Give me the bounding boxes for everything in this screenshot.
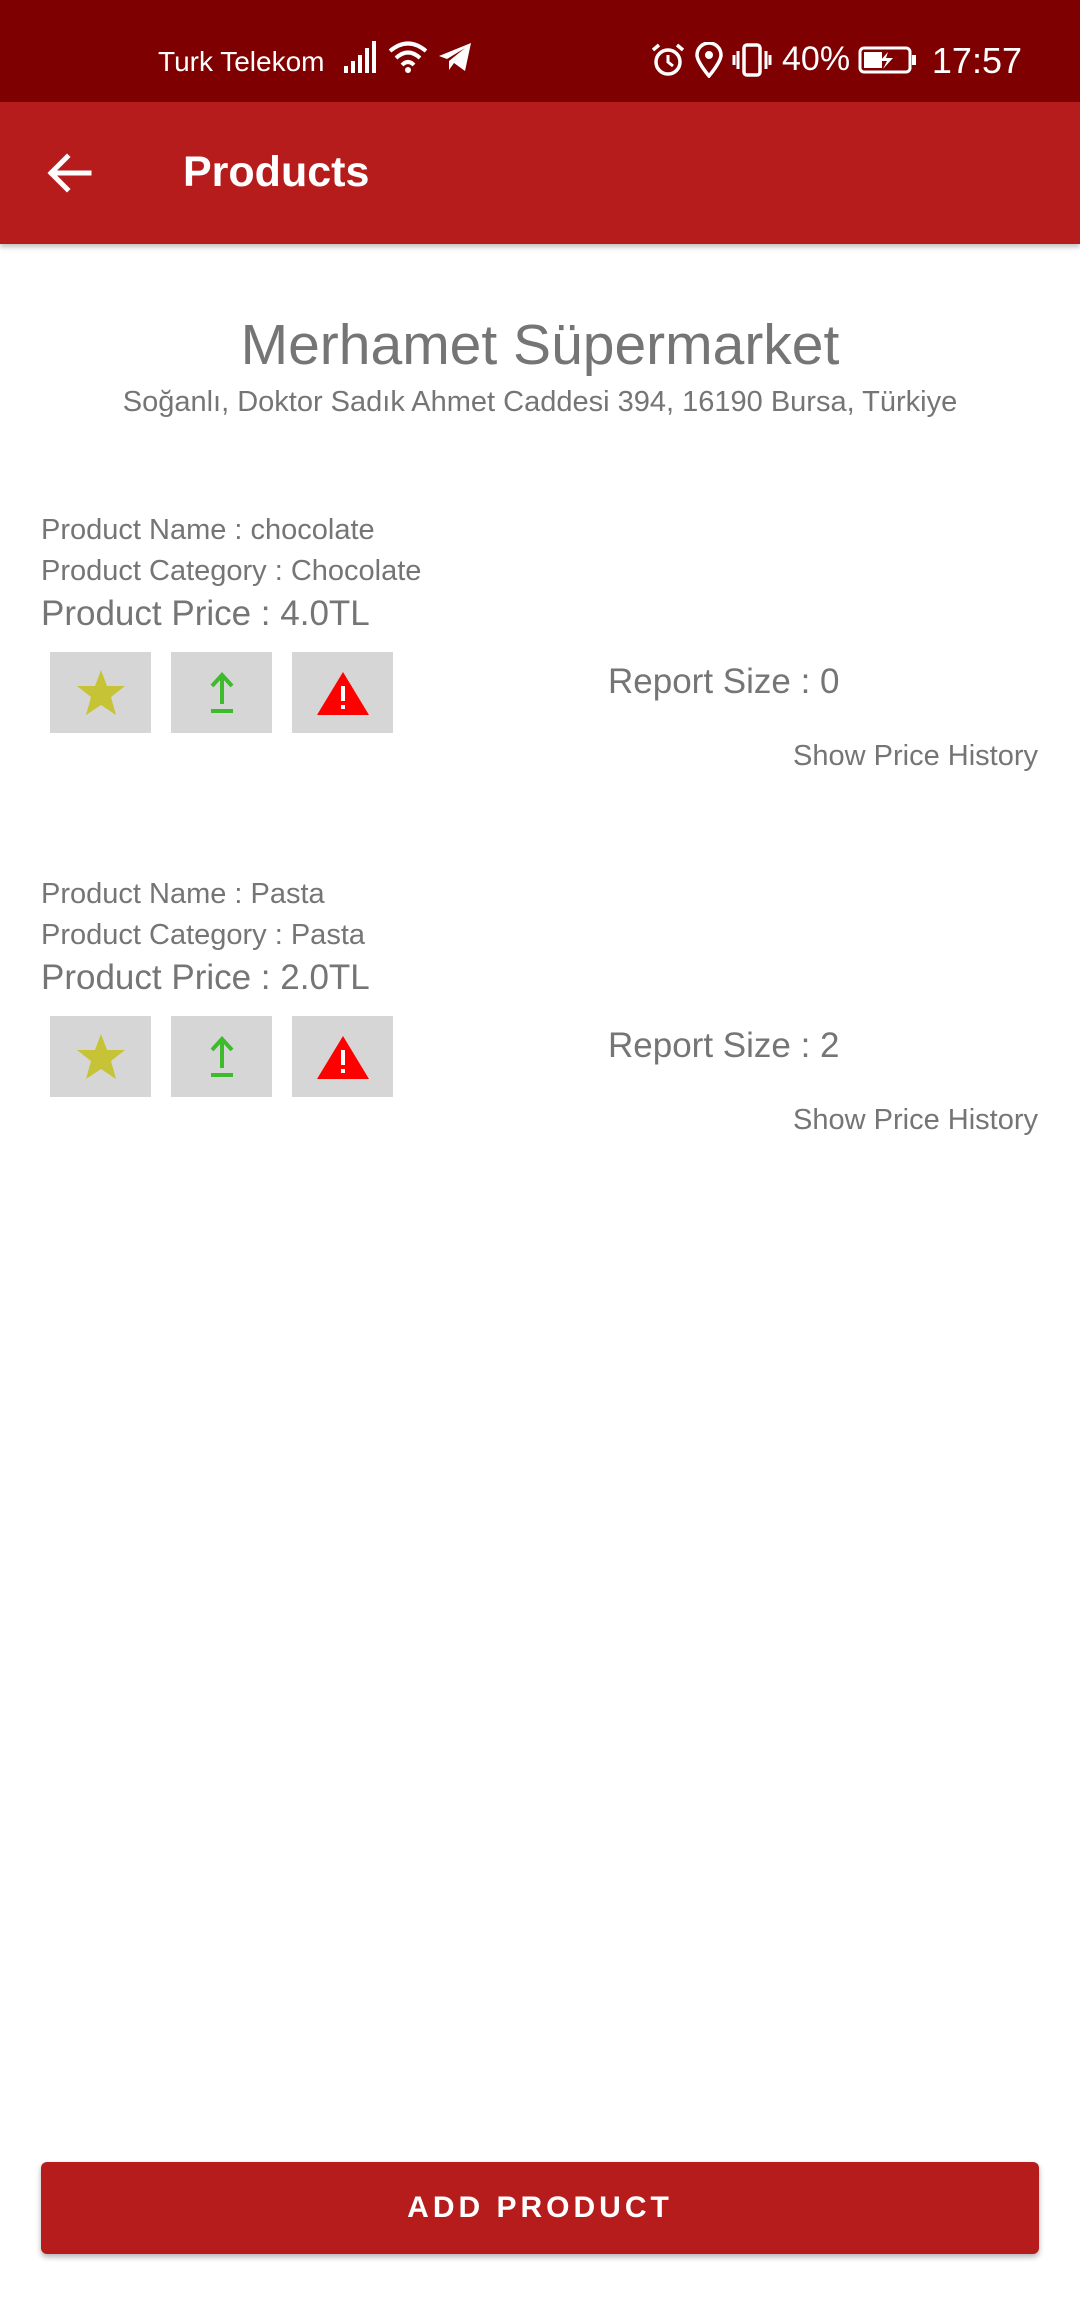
report-size: Report Size : 0 bbox=[608, 662, 840, 701]
battery-charging-icon bbox=[858, 46, 917, 73]
product-price: Product Price : 4.0TL bbox=[41, 594, 370, 633]
back-button[interactable] bbox=[30, 138, 108, 208]
update-price-button[interactable] bbox=[171, 1016, 272, 1097]
signal-icon bbox=[344, 41, 376, 73]
show-price-history-link[interactable]: Show Price History bbox=[793, 1104, 1038, 1137]
upload-icon bbox=[210, 1035, 233, 1077]
product-name: Product Name : chocolate bbox=[41, 514, 375, 546]
vibrate-icon bbox=[732, 42, 772, 77]
location-icon bbox=[695, 41, 723, 78]
upload-icon bbox=[210, 671, 233, 713]
status-icons-right: 40% bbox=[650, 40, 918, 79]
warning-icon bbox=[316, 671, 369, 715]
product-price: Product Price : 2.0TL bbox=[41, 958, 370, 997]
product-category: Product Category : Pasta bbox=[41, 919, 365, 951]
wifi-icon bbox=[388, 41, 428, 73]
product-card: Product Name : chocolate Product Categor… bbox=[0, 514, 1080, 814]
product-card: Product Name : Pasta Product Category : … bbox=[0, 878, 1080, 1178]
product-name: Product Name : Pasta bbox=[41, 878, 325, 910]
report-size: Report Size : 2 bbox=[608, 1026, 840, 1065]
favorite-button[interactable] bbox=[50, 652, 151, 733]
status-bar: Turk Telekom 40% 17:57 bbox=[0, 0, 1080, 102]
product-actions bbox=[50, 1016, 393, 1097]
arrow-left-icon bbox=[47, 153, 92, 193]
store-address: Soğanlı, Doktor Sadık Ahmet Caddesi 394,… bbox=[122, 386, 958, 418]
products-screen: Turk Telekom 40% 17:57 Products Merhamet… bbox=[0, 0, 1080, 2310]
report-button[interactable] bbox=[292, 1016, 393, 1097]
product-category: Product Category : Chocolate bbox=[41, 555, 422, 587]
update-price-button[interactable] bbox=[171, 652, 272, 733]
carrier-name: Turk Telekom bbox=[158, 46, 325, 77]
battery-percent: 40% bbox=[782, 40, 851, 78]
status-icons-left bbox=[343, 40, 473, 74]
store-name: Merhamet Süpermarket bbox=[240, 313, 840, 377]
report-button[interactable] bbox=[292, 652, 393, 733]
page-title: Products bbox=[183, 148, 370, 196]
star-icon bbox=[76, 669, 125, 715]
clock: 17:57 bbox=[931, 40, 1022, 81]
product-actions bbox=[50, 652, 393, 733]
telegram-icon bbox=[439, 43, 471, 71]
add-product-button[interactable]: ADD PRODUCT bbox=[41, 2162, 1039, 2254]
show-price-history-link[interactable]: Show Price History bbox=[793, 740, 1038, 773]
app-bar: Products bbox=[0, 102, 1080, 244]
alarm-icon bbox=[651, 43, 685, 76]
favorite-button[interactable] bbox=[50, 1016, 151, 1097]
star-icon bbox=[76, 1033, 125, 1079]
warning-icon bbox=[316, 1035, 369, 1079]
